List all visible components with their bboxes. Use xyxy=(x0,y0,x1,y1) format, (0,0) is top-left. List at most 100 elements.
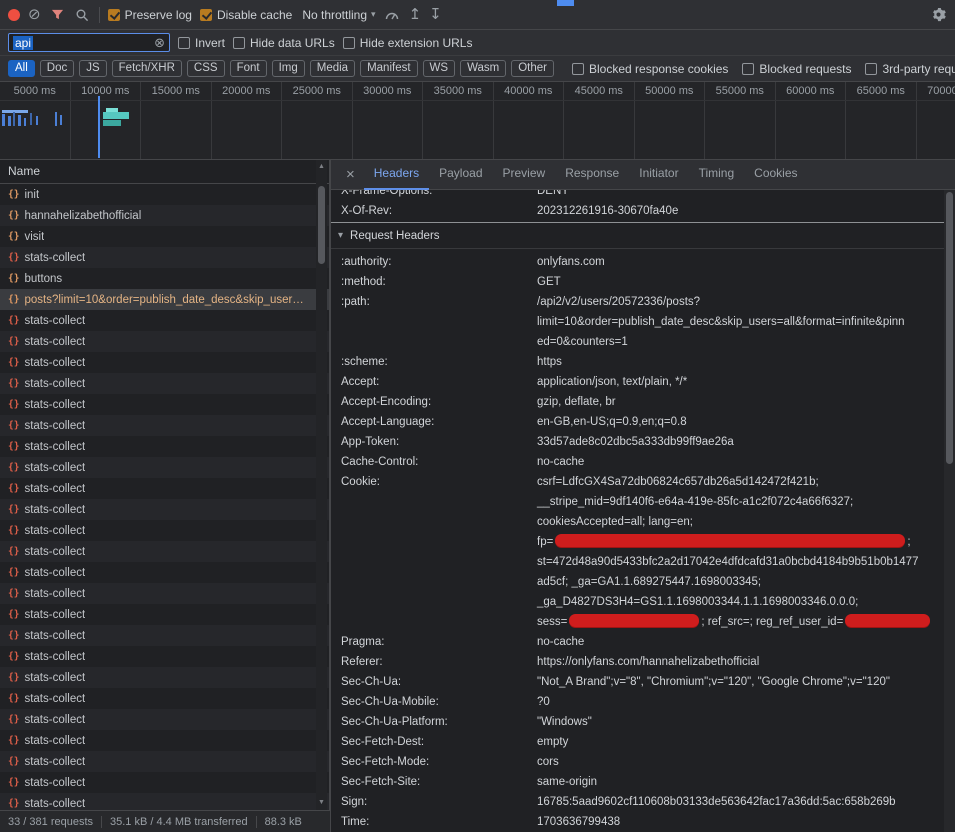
header-value: no-cache xyxy=(537,452,944,472)
hide-extension-urls-option[interactable]: Hide extension URLs xyxy=(343,36,473,50)
request-name: hannahelizabethofficial xyxy=(24,210,141,222)
type-filter-media[interactable]: Media xyxy=(310,60,355,77)
hide-data-urls-checkbox[interactable] xyxy=(233,37,245,49)
request-name: stats-collect xyxy=(24,693,85,705)
requests-scrollbar[interactable]: ▲ ▼ xyxy=(316,160,327,810)
filter-input[interactable]: api ⊗ xyxy=(8,33,170,52)
request-row[interactable]: {}visit xyxy=(0,226,329,247)
tab-response[interactable]: Response xyxy=(555,160,629,190)
request-row[interactable]: {}init xyxy=(0,184,329,205)
clear-filter-icon[interactable]: ⊗ xyxy=(154,36,165,49)
tab-payload[interactable]: Payload xyxy=(429,160,492,190)
status-divider xyxy=(256,816,257,828)
checkbox[interactable] xyxy=(865,63,877,75)
tab-headers[interactable]: Headers xyxy=(364,160,429,190)
request-row[interactable]: {}stats-collect xyxy=(0,247,329,268)
type-filter-fetch-xhr[interactable]: Fetch/XHR xyxy=(112,60,182,77)
filter-option[interactable]: Blocked response cookies xyxy=(572,62,728,76)
request-row[interactable]: {}stats-collect xyxy=(0,751,329,772)
type-filter-ws[interactable]: WS xyxy=(423,60,456,77)
tab-preview[interactable]: Preview xyxy=(493,160,556,190)
header-value-line: cookiesAccepted=all; lang=en; xyxy=(537,512,944,532)
invert-option[interactable]: Invert xyxy=(178,36,225,50)
request-row[interactable]: {}stats-collect xyxy=(0,415,329,436)
preserve-log-option[interactable]: Preserve log xyxy=(108,8,192,22)
filter-option[interactable]: 3rd-party requests xyxy=(865,62,955,76)
request-row[interactable]: {}stats-collect xyxy=(0,310,329,331)
request-row[interactable]: {}stats-collect xyxy=(0,478,329,499)
requests-scrollbar-thumb[interactable] xyxy=(318,186,325,264)
request-name: stats-collect xyxy=(24,504,85,516)
request-row[interactable]: {}stats-collect xyxy=(0,793,329,810)
request-row[interactable]: {}stats-collect xyxy=(0,352,329,373)
type-filter-manifest[interactable]: Manifest xyxy=(360,60,417,77)
type-filter-all[interactable]: All xyxy=(8,60,35,77)
disable-cache-checkbox[interactable] xyxy=(200,9,212,21)
header-value-line: GET xyxy=(537,272,944,292)
request-row[interactable]: {}stats-collect xyxy=(0,688,329,709)
request-row[interactable]: {}stats-collect xyxy=(0,331,329,352)
request-row[interactable]: {}stats-collect xyxy=(0,373,329,394)
record-button[interactable] xyxy=(8,9,20,21)
type-filter-other[interactable]: Other xyxy=(511,60,554,77)
header-name: Accept-Encoding: xyxy=(341,392,537,412)
filter-option[interactable]: Blocked requests xyxy=(742,62,851,76)
checkbox[interactable] xyxy=(742,63,754,75)
details-scrollbar[interactable] xyxy=(944,190,955,832)
request-row[interactable]: {}stats-collect xyxy=(0,646,329,667)
request-row[interactable]: {}stats-collect xyxy=(0,730,329,751)
clear-network-log-icon[interactable]: ⊘ xyxy=(28,7,41,22)
request-row[interactable]: {}buttons xyxy=(0,268,329,289)
export-har-icon[interactable]: ↧ xyxy=(429,7,442,22)
type-filter-font[interactable]: Font xyxy=(230,60,267,77)
header-row: Accept:application/json, text/plain, */* xyxy=(331,372,944,392)
stats-resource-icon: {} xyxy=(8,735,19,746)
request-name: stats-collect xyxy=(24,777,85,789)
settings-gear-icon[interactable] xyxy=(930,6,947,23)
type-filter-wasm[interactable]: Wasm xyxy=(460,60,506,77)
request-row[interactable]: {}stats-collect xyxy=(0,709,329,730)
scroll-down-icon[interactable]: ▼ xyxy=(316,799,327,807)
type-filter-css[interactable]: CSS xyxy=(187,60,225,77)
filter-toggle-icon[interactable] xyxy=(49,6,66,23)
request-row[interactable]: {}stats-collect xyxy=(0,562,329,583)
search-icon[interactable] xyxy=(74,6,91,23)
type-filter-img[interactable]: Img xyxy=(272,60,305,77)
request-row[interactable]: {}stats-collect xyxy=(0,625,329,646)
throttling-dropdown[interactable]: No throttling ▾ xyxy=(302,8,375,22)
request-name: stats-collect xyxy=(24,651,85,663)
type-filter-js[interactable]: JS xyxy=(79,60,106,77)
hide-extension-urls-checkbox[interactable] xyxy=(343,37,355,49)
overview-timeline[interactable]: 5000 ms10000 ms15000 ms20000 ms25000 ms3… xyxy=(0,82,955,160)
invert-checkbox[interactable] xyxy=(178,37,190,49)
tab-initiator[interactable]: Initiator xyxy=(629,160,688,190)
request-row[interactable]: {}posts?limit=10&order=publish_date_desc… xyxy=(0,289,329,310)
network-conditions-icon[interactable] xyxy=(384,6,401,23)
scroll-up-icon[interactable]: ▲ xyxy=(316,163,327,171)
request-name: stats-collect xyxy=(24,420,85,432)
request-headers-section[interactable]: ▾ Request Headers xyxy=(331,223,944,249)
request-row[interactable]: {}stats-collect xyxy=(0,457,329,478)
close-icon[interactable]: × xyxy=(337,166,364,183)
request-row[interactable]: {}stats-collect xyxy=(0,394,329,415)
checkbox[interactable] xyxy=(572,63,584,75)
request-row[interactable]: {}stats-collect xyxy=(0,499,329,520)
request-row[interactable]: {}stats-collect xyxy=(0,667,329,688)
request-row[interactable]: {}hannahelizabethofficial xyxy=(0,205,329,226)
hide-data-urls-option[interactable]: Hide data URLs xyxy=(233,36,335,50)
preserve-log-checkbox[interactable] xyxy=(108,9,120,21)
name-column-header[interactable]: Name xyxy=(0,160,330,184)
disable-cache-option[interactable]: Disable cache xyxy=(200,8,292,22)
type-filter-doc[interactable]: Doc xyxy=(40,60,74,77)
tab-timing[interactable]: Timing xyxy=(689,160,745,190)
details-scrollbar-thumb[interactable] xyxy=(946,192,953,464)
request-row[interactable]: {}stats-collect xyxy=(0,520,329,541)
tab-cookies[interactable]: Cookies xyxy=(744,160,807,190)
request-name: stats-collect xyxy=(24,798,85,810)
import-har-icon[interactable]: ↥ xyxy=(409,7,422,22)
request-row[interactable]: {}stats-collect xyxy=(0,583,329,604)
request-row[interactable]: {}stats-collect xyxy=(0,772,329,793)
request-row[interactable]: {}stats-collect xyxy=(0,436,329,457)
request-row[interactable]: {}stats-collect xyxy=(0,604,329,625)
request-row[interactable]: {}stats-collect xyxy=(0,541,329,562)
